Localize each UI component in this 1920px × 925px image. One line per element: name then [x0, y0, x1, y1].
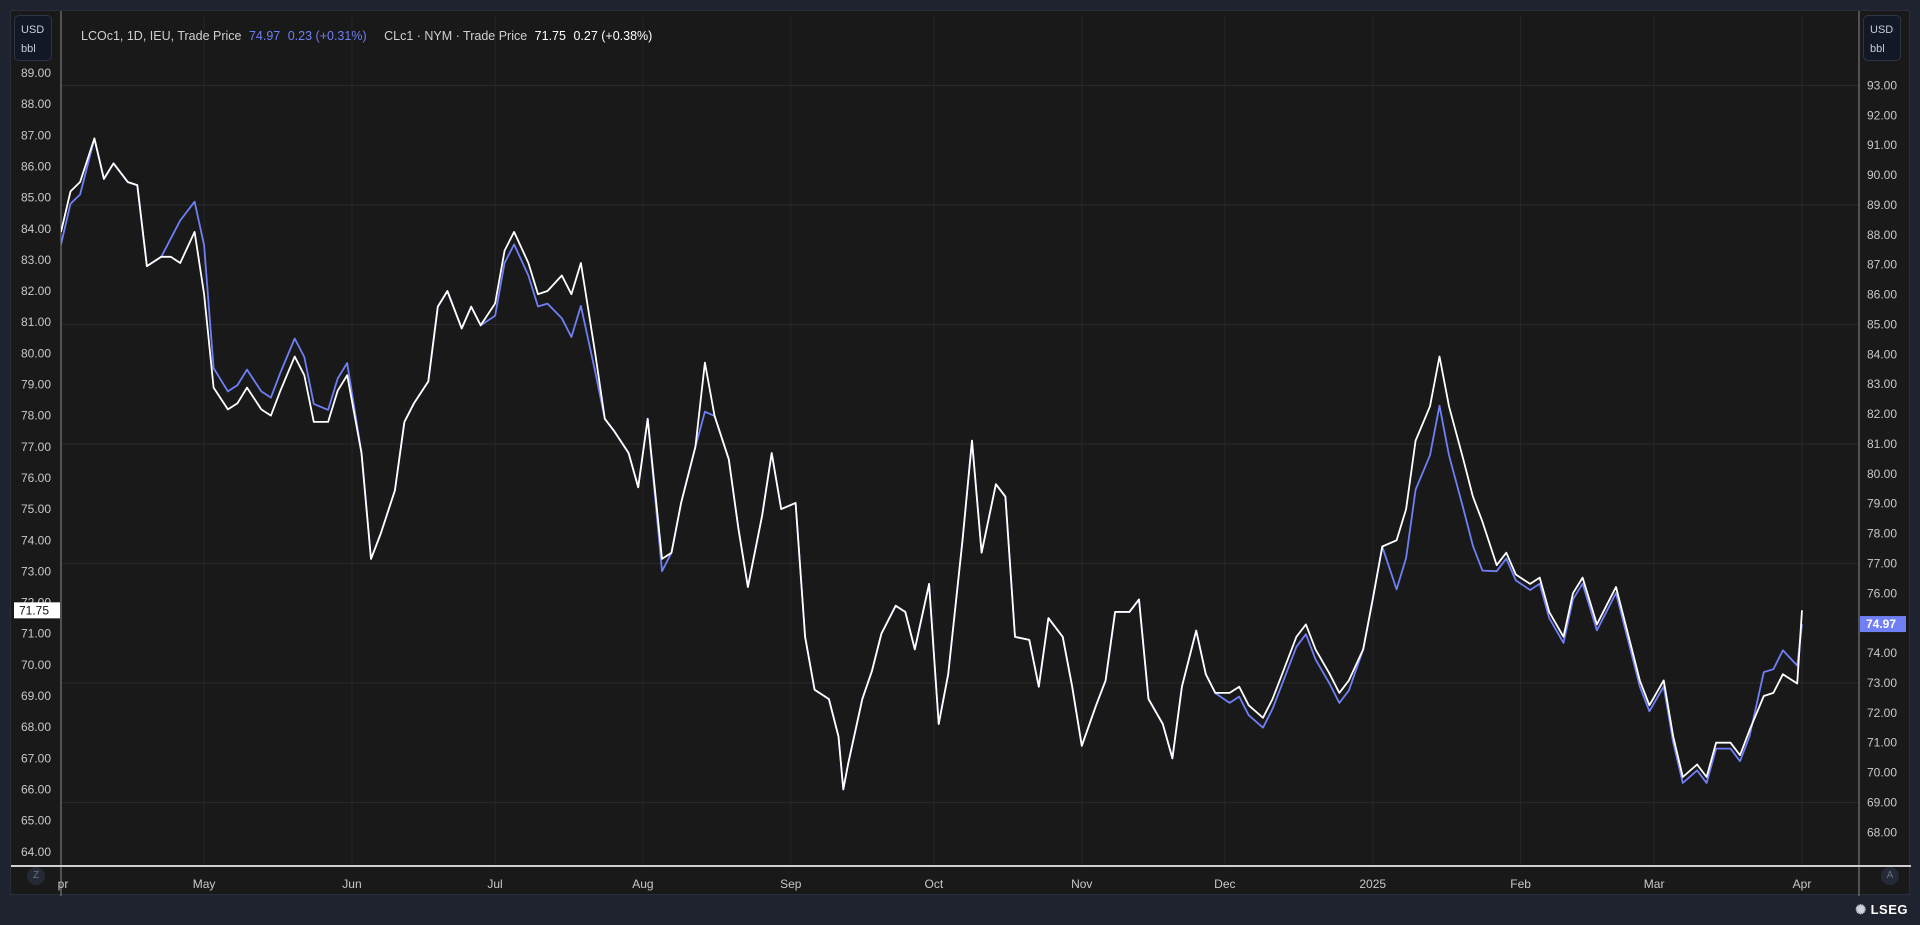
legend-brent-label: LCOc1, 1D, IEU, Trade Price — [81, 29, 242, 43]
left-axis-tick-label: 66.00 — [21, 782, 51, 796]
x-axis-tick-label: Feb — [1510, 877, 1531, 891]
series-line-clc1 — [61, 137, 1803, 791]
x-axis-tick-label: Dec — [1214, 877, 1235, 891]
left-axis-tick-label: 85.00 — [21, 191, 51, 205]
x-axis-tick-label: Mar — [1644, 877, 1665, 891]
x-axis-tick-label: Sep — [780, 877, 802, 891]
left-last-price-label: 71.75 — [19, 603, 49, 617]
right-axis-tick-label: 72.00 — [1867, 706, 1897, 720]
left-axis-tick-label: 69.00 — [21, 689, 51, 703]
legend-brent-change: 0.23 (+0.31%) — [287, 29, 367, 43]
right-axis-tick-label: 73.00 — [1867, 676, 1897, 690]
left-axis-tick-label: 68.00 — [21, 720, 51, 734]
right-axis-tick-label: 91.00 — [1867, 138, 1897, 152]
left-axis-tick-label: 87.00 — [21, 128, 51, 142]
left-axis-tick-label: 82.00 — [21, 284, 51, 298]
right-axis-tick-label: 71.00 — [1867, 736, 1897, 750]
left-unit: bbl — [21, 43, 36, 55]
chart-frame: 89.00 88.00 87.00 86.00 85.00 84.00 83.00 82.00… — [10, 10, 1911, 896]
left-axis-tick-label: 74.00 — [21, 533, 51, 547]
legend-wti-change: 0.27 (+0.38%) — [573, 29, 653, 43]
right-axis-tick-label: 88.00 — [1867, 228, 1897, 242]
right-axis-tick-label: 83.00 — [1867, 377, 1897, 391]
legend-wti-last: 71.75 — [534, 29, 566, 43]
right-axis-tick-label: 85.00 — [1867, 317, 1897, 331]
zoom-reset-button[interactable]: Z — [27, 867, 45, 885]
legend-brent-last: 74.97 — [248, 29, 281, 43]
right-axis-tick-label: 80.00 — [1867, 467, 1897, 481]
right-axis-tick-label: 93.00 — [1867, 79, 1897, 93]
x-axis-tick-label: pr — [58, 877, 69, 891]
right-axis-tick-label: 70.00 — [1867, 766, 1897, 780]
x-axis-tick-label: 2025 — [1359, 877, 1386, 891]
price-chart: 89.00 88.00 87.00 86.00 85.00 84.00 83.00 82.00… — [11, 11, 1911, 896]
right-axis-tick-label: 77.00 — [1867, 556, 1897, 570]
left-currency: USD — [21, 24, 45, 36]
x-axis-tick-label: Jun — [342, 877, 361, 891]
right-currency: USD — [1870, 24, 1894, 36]
right-axis-tick-label: 92.00 — [1867, 108, 1897, 122]
right-axis-tick-label: 78.00 — [1867, 527, 1897, 541]
right-unit-selector[interactable]: USD bbl — [1863, 15, 1901, 61]
right-axis-tick-label: 82.00 — [1867, 407, 1897, 421]
auto-scale-button[interactable]: A — [1881, 867, 1899, 885]
left-axis-tick-label: 64.00 — [21, 845, 51, 859]
left-axis-tick-label: 77.00 — [21, 440, 51, 454]
left-axis-tick-label: 81.00 — [21, 315, 51, 329]
x-axis-tick-label: Jul — [487, 877, 502, 891]
legend-wti-label: CLc1 · NYM · Trade Price — [384, 29, 528, 43]
right-axis-tick-label: 86.00 — [1867, 288, 1897, 302]
right-unit: bbl — [1870, 43, 1885, 55]
right-axis-tick-label: 69.00 — [1867, 795, 1897, 809]
left-axis-tick-label: 89.00 — [21, 66, 51, 80]
legend: LCOc1, 1D, IEU, Trade Price 74.97 0.23 (… — [81, 29, 656, 43]
left-axis-tick-label: 76.00 — [21, 471, 51, 485]
lseg-logo: ✺ LSEG — [1855, 902, 1908, 918]
right-axis-tick-label: 89.00 — [1867, 198, 1897, 212]
x-axis-tick-label: Apr — [1793, 877, 1812, 891]
left-axis-tick-label: 78.00 — [21, 409, 51, 423]
left-axis-tick-label: 67.00 — [21, 751, 51, 765]
right-axis-tick-label: 74.00 — [1867, 646, 1897, 660]
left-axis-tick-label: 84.00 — [21, 222, 51, 236]
right-axis-tick-label: 84.00 — [1867, 347, 1897, 361]
left-axis-tick-label: 71.00 — [21, 627, 51, 641]
left-axis-tick-label: 70.00 — [21, 658, 51, 672]
left-unit-selector[interactable]: USD bbl — [14, 15, 52, 61]
left-axis-tick-label: 83.00 — [21, 253, 51, 267]
x-axis-tick-label: May — [193, 877, 216, 891]
right-axis-tick-label: 76.00 — [1867, 586, 1897, 600]
x-axis-tick-label: Aug — [632, 877, 653, 891]
left-axis-tick-label: 73.00 — [21, 564, 51, 578]
right-axis-tick-label: 79.00 — [1867, 497, 1897, 511]
left-axis-tick-label: 65.00 — [21, 814, 51, 828]
x-axis-tick-label: Oct — [925, 877, 944, 891]
left-axis-tick-label: 79.00 — [21, 378, 51, 392]
right-axis-tick-label: 87.00 — [1867, 258, 1897, 272]
lseg-emblem-icon: ✺ — [1855, 902, 1867, 917]
right-axis-tick-label: 81.00 — [1867, 437, 1897, 451]
series-line-lcoc1 — [61, 137, 1803, 791]
logo-text: LSEG — [1870, 902, 1908, 917]
left-axis-tick-label: 88.00 — [21, 97, 51, 111]
right-axis-tick-label: 90.00 — [1867, 168, 1897, 182]
left-axis-tick-label: 86.00 — [21, 159, 51, 173]
right-last-price-label: 74.97 — [1866, 617, 1896, 631]
right-axis-tick-label: 68.00 — [1867, 825, 1897, 839]
left-axis-tick-label: 80.00 — [21, 346, 51, 360]
left-axis-tick-label: 75.00 — [21, 502, 51, 516]
x-axis-tick-label: Nov — [1071, 877, 1092, 891]
